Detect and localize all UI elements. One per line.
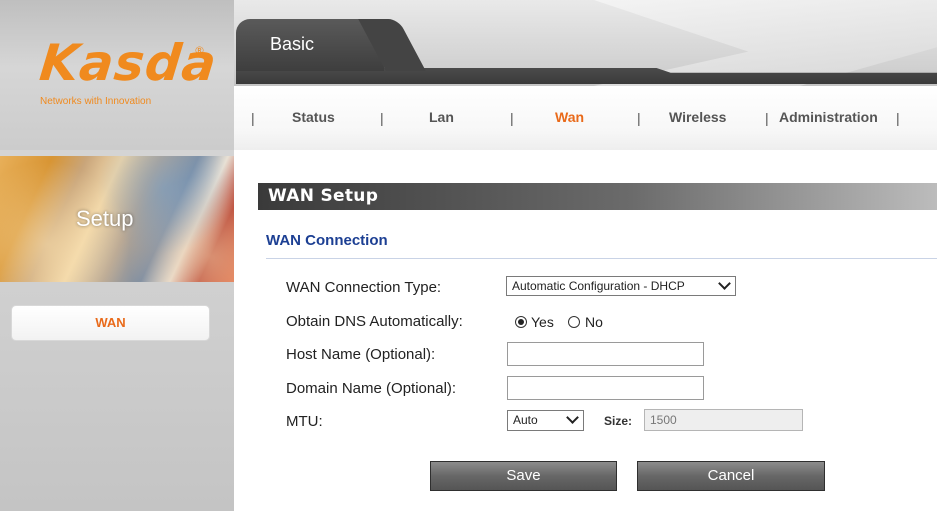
mtu-label: MTU: [286,413,323,430]
nav-wan[interactable]: Wan [555,109,584,125]
mtu-size-input[interactable]: 1500 [644,409,803,431]
dns-no-label: No [585,314,603,330]
sidebar: Kasda ® Networks with Innovation Setup W… [0,0,234,511]
tab-basic-label[interactable]: Basic [270,34,314,55]
nav-separator: | [251,110,255,126]
dns-no-radio[interactable] [568,316,580,328]
wan-type-value: Automatic Configuration - DHCP [512,279,685,293]
mtu-select[interactable]: Auto [507,410,584,431]
wan-type-select[interactable]: Automatic Configuration - DHCP [506,276,736,296]
dns-yes-radio[interactable] [515,316,527,328]
obtain-dns-label: Obtain DNS Automatically: [286,313,463,330]
main-content: WAN Setup WAN Connection WAN Connection … [234,150,937,511]
chevron-down-icon [718,277,731,290]
mtu-value: Auto [513,413,538,427]
nav-wireless[interactable]: Wireless [669,109,726,125]
registered-mark: ® [194,44,205,57]
logo-text: Kasda [36,34,220,92]
header: Basic [234,0,937,150]
nav-separator: | [765,110,769,126]
host-name-input[interactable] [507,342,704,366]
subsection-title: WAN Connection [266,232,388,249]
domain-name-input[interactable] [507,376,704,400]
nav-status[interactable]: Status [292,109,335,125]
mtu-size-label: Size: [604,414,633,428]
cancel-button[interactable]: Cancel [637,461,825,491]
sidebar-section-title: Setup [76,206,134,231]
dns-yes-label: Yes [531,314,554,330]
save-button[interactable]: Save [430,461,617,491]
logo-tagline: Networks with Innovation [40,96,152,107]
divider [266,258,937,259]
chevron-down-icon [566,411,579,424]
domain-name-label: Domain Name (Optional): [286,380,457,397]
nav-lan[interactable]: Lan [429,109,454,125]
logo: Kasda ® Networks with Innovation [0,0,234,150]
host-name-label: Host Name (Optional): [286,346,436,363]
wan-type-label: WAN Connection Type: [286,279,442,296]
nav-separator: | [637,110,641,126]
page-title: WAN Setup [268,186,379,206]
nav-separator: | [380,110,384,126]
nav-separator: | [510,110,514,126]
nav-separator: | [896,110,900,126]
nav-administration[interactable]: Administration [779,109,878,125]
sidebar-item-wan[interactable]: WAN [11,305,210,341]
section-header: WAN Setup [258,183,937,210]
setup-banner: Setup [0,156,234,282]
